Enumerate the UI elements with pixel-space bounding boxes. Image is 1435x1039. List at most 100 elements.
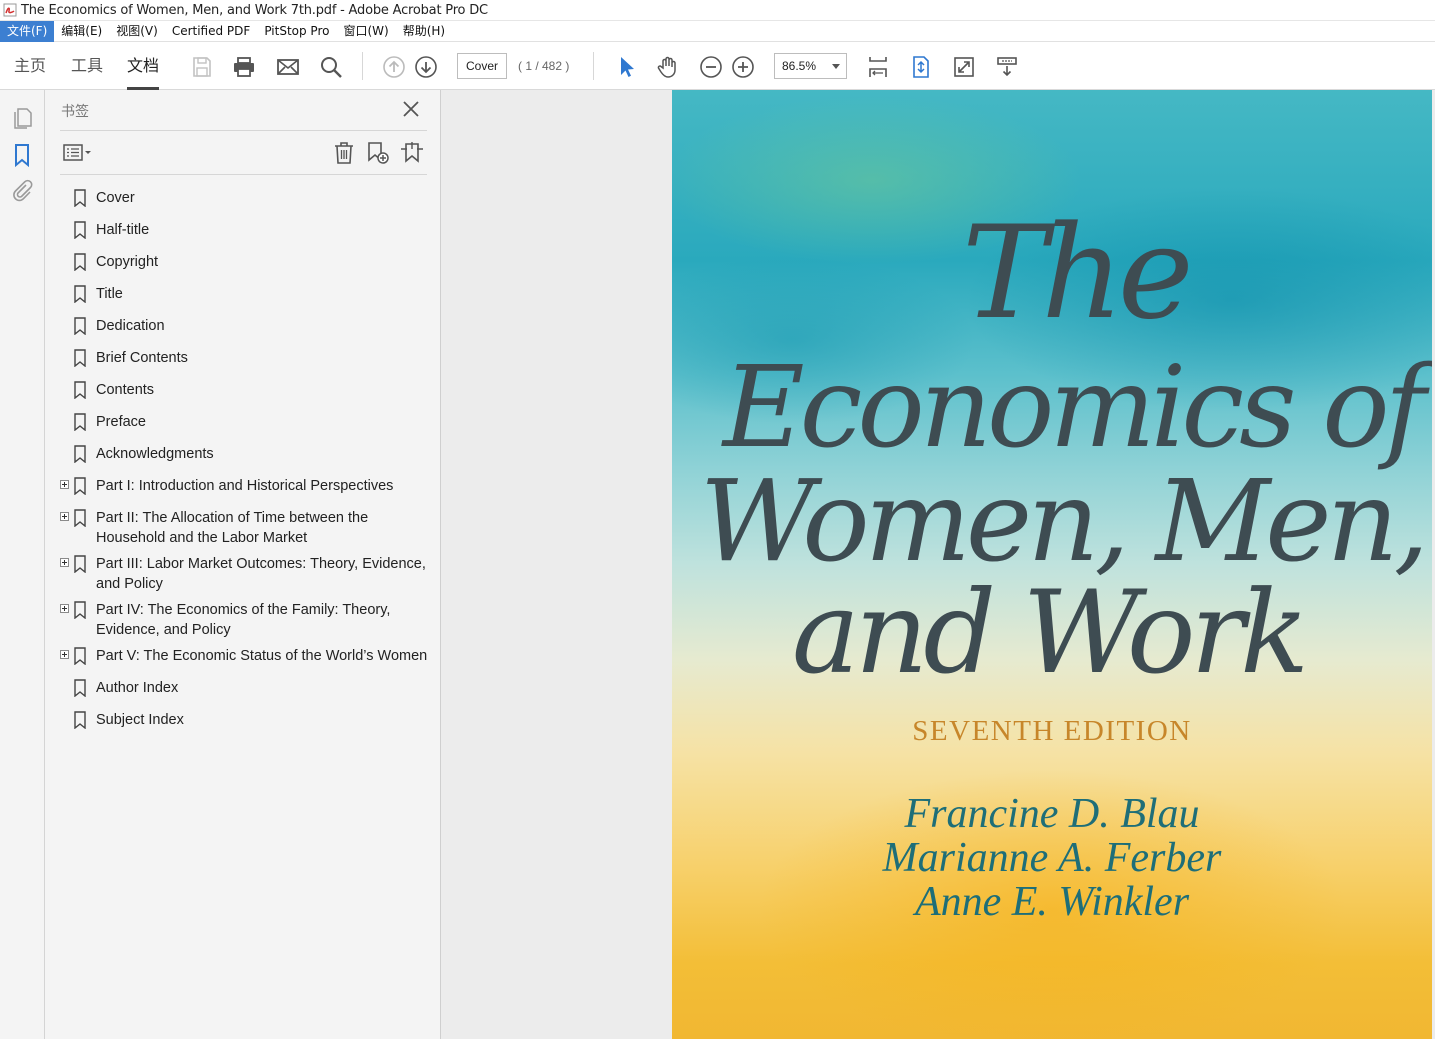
bookmark-label: Part V: The Economic Status of the World… (96, 648, 428, 664)
bookmark-icon (74, 711, 86, 729)
bookmarks-panel: 书签 Cover Half-title Copyright Title Dedicati… (45, 90, 441, 1039)
bookmark-label: Preface (96, 414, 146, 430)
menu-file[interactable]: 文件(F) (0, 20, 55, 42)
panel-title: 书签 (61, 104, 89, 120)
scroll-mode-icon[interactable] (994, 54, 1020, 80)
close-icon[interactable] (401, 99, 421, 119)
bookmark-item[interactable]: Author Index (60, 678, 435, 698)
bookmark-item[interactable]: Title (60, 284, 435, 304)
main-toolbar: 主页 工具 文档 (0, 43, 1435, 90)
bookmark-item[interactable]: Preface (60, 412, 435, 432)
options-menu-icon[interactable] (61, 140, 95, 166)
zoom-in-icon[interactable] (730, 54, 756, 80)
cover-title-line-3: Women, Men, (699, 457, 1429, 587)
tab-home[interactable]: 主页 (14, 43, 46, 90)
bookmark-item[interactable]: Part I: Introduction and Historical Pers… (60, 476, 435, 496)
bookmark-icon (74, 221, 86, 239)
cover-title-line-2: Economics of (722, 343, 1426, 473)
cover-author-1: Francine D. Blau (904, 791, 1200, 837)
email-icon[interactable] (275, 54, 301, 80)
pdf-page-cover: The Economics of Women, Men, and Work SE… (672, 90, 1432, 1039)
navigation-rail (0, 90, 45, 1039)
save-icon[interactable] (189, 54, 215, 80)
delete-bookmark-icon[interactable] (331, 140, 357, 166)
menu-pitstop-pro[interactable]: PitStop Pro (257, 21, 336, 42)
acrobat-app-icon (3, 3, 17, 17)
expand-toggle-icon[interactable] (60, 604, 69, 613)
menu-window[interactable]: 窗口(W) (336, 21, 395, 42)
bookmark-item[interactable]: Dedication (60, 316, 435, 336)
bookmark-label: Copyright (96, 254, 159, 270)
bookmarks-icon[interactable] (10, 143, 34, 167)
expand-toggle-icon[interactable] (60, 512, 69, 521)
attachments-icon[interactable] (10, 179, 34, 203)
bookmark-item[interactable]: Copyright (60, 252, 435, 272)
chevron-down-icon[interactable] (832, 64, 840, 69)
fit-page-icon[interactable] (908, 54, 934, 80)
bookmark-icon (74, 601, 86, 619)
menu-bar: 文件(F) 编辑(E) 视图(V) Certified PDF PitStop … (0, 20, 1435, 42)
bookmark-icon (74, 679, 86, 697)
menu-certified-pdf[interactable]: Certified PDF (165, 21, 258, 42)
bookmark-label: Cover (96, 190, 135, 206)
cover-edition: SEVENTH EDITION (912, 715, 1192, 747)
bookmark-item[interactable]: Part IV: The Economics of the Family: Th… (60, 600, 435, 640)
search-icon[interactable] (318, 54, 344, 80)
hand-tool-icon[interactable] (655, 54, 681, 80)
cover-author-2: Marianne A. Ferber (882, 835, 1222, 881)
bookmark-item[interactable]: Part II: The Allocation of Time between … (60, 508, 435, 548)
page-thumbnails-icon[interactable] (10, 106, 34, 130)
bookmark-label: Title (96, 286, 123, 302)
expand-toggle-icon[interactable] (60, 480, 69, 489)
bookmark-item[interactable]: Part V: The Economic Status of the World… (60, 646, 435, 666)
bookmark-item[interactable]: Brief Contents (60, 348, 435, 368)
toolbar-separator (362, 52, 363, 80)
previous-page-icon[interactable] (381, 54, 407, 80)
bookmark-item[interactable]: Cover (60, 188, 435, 208)
select-tool-icon[interactable] (613, 54, 639, 80)
tab-document[interactable]: 文档 (127, 43, 160, 90)
bookmark-icon (74, 349, 86, 367)
menu-help[interactable]: 帮助(H) (396, 21, 452, 42)
panel-divider (60, 130, 427, 131)
cover-author-3: Anne E. Winkler (914, 879, 1190, 925)
bookmark-item[interactable]: Contents (60, 380, 435, 400)
bookmark-label: Part III: Labor Market Outcomes: Theory,… (96, 556, 426, 592)
menu-view[interactable]: 视图(V) (109, 21, 165, 42)
tab-tools[interactable]: 工具 (71, 43, 103, 90)
full-screen-icon[interactable] (951, 54, 977, 80)
bookmark-label: Half-title (96, 222, 150, 238)
bookmark-item[interactable]: Part III: Labor Market Outcomes: Theory,… (60, 554, 435, 594)
bookmark-icon (74, 555, 86, 573)
bookmark-label: Brief Contents (96, 350, 188, 366)
page-number-input[interactable]: Cover (457, 53, 507, 79)
panel-divider (60, 174, 427, 175)
bookmark-label: Part II: The Allocation of Time between … (96, 510, 369, 546)
zoom-select[interactable]: 86.5% (774, 53, 847, 79)
expand-toggle-icon[interactable] (60, 558, 69, 567)
bookmark-label: Author Index (96, 680, 179, 696)
bookmark-label: Contents (96, 382, 155, 398)
bookmark-label: Acknowledgments (96, 446, 214, 462)
menu-edit[interactable]: 编辑(E) (54, 21, 109, 42)
bookmark-icon (74, 647, 86, 665)
bookmark-icon (74, 285, 86, 303)
bookmark-label: Subject Index (96, 712, 184, 728)
new-bookmark-icon[interactable] (365, 140, 391, 166)
next-page-icon[interactable] (413, 54, 439, 80)
zoom-out-icon[interactable] (698, 54, 724, 80)
bookmark-icon (74, 413, 86, 431)
expand-toggle-icon[interactable] (60, 650, 69, 659)
bookmark-label: Part I: Introduction and Historical Pers… (96, 478, 394, 494)
page-count: ( 1 / 482 ) (518, 59, 570, 73)
bookmark-label: Part IV: The Economics of the Family: Th… (96, 602, 391, 638)
print-icon[interactable] (231, 54, 257, 80)
cover-title-line-1: The (962, 199, 1194, 348)
bookmark-label: Dedication (96, 318, 165, 334)
page-layout-icon[interactable] (865, 54, 891, 80)
bookmark-item[interactable]: Acknowledgments (60, 444, 435, 464)
toolbar-separator (593, 52, 594, 80)
bookmark-item[interactable]: Half-title (60, 220, 435, 240)
expand-bookmark-icon[interactable] (399, 140, 425, 166)
bookmark-item[interactable]: Subject Index (60, 710, 435, 730)
